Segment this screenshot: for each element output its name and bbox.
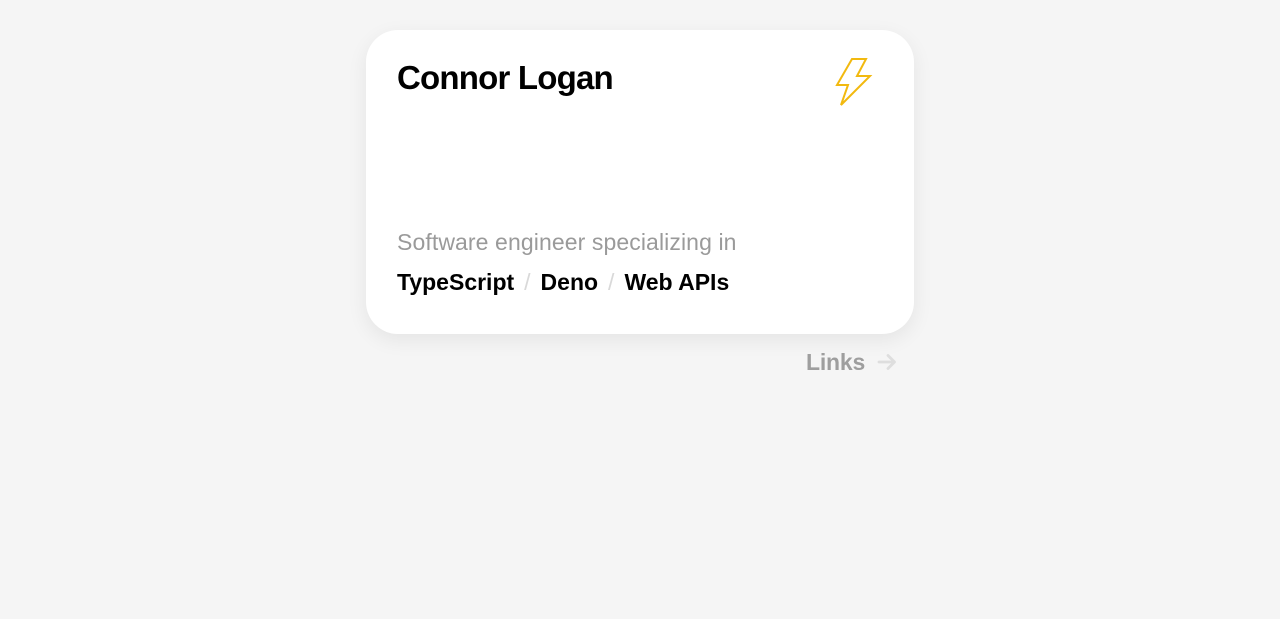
arrow-right-icon [877,353,896,370]
skill-item: Web APIs [624,269,730,295]
skill-item: TypeScript [397,269,515,295]
skill-separator: / [608,269,615,295]
profile-card: Connor Logan Software engineer specializ… [366,30,914,334]
links-label: Links [806,349,866,375]
lightning-bolt-icon [835,58,873,106]
skill-separator: / [524,269,531,295]
profile-name: Connor Logan [397,59,614,96]
skills-list: TypeScript / Deno / Web APIs [397,269,729,297]
links-link[interactable]: Links [806,349,897,377]
skill-item: Deno [540,269,599,295]
profile-tagline: Software engineer specializing in [397,229,737,255]
